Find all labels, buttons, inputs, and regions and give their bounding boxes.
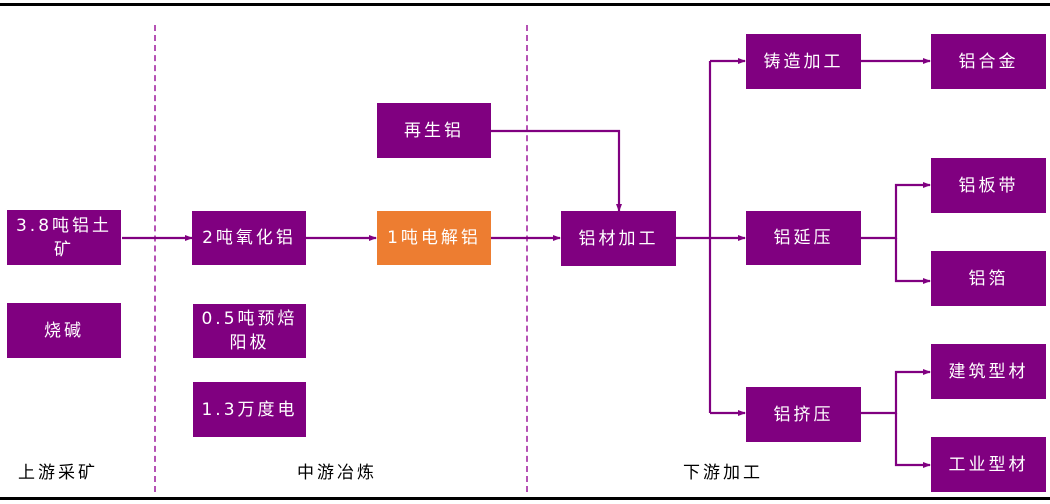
node-aluminum-foil-label: 铝箔 — [968, 268, 1009, 289]
node-extrusion-label: 铝挤压 — [773, 404, 834, 425]
node-aluminum-processing-label: 铝材加工 — [578, 228, 659, 249]
node-electrolytic-aluminum-label: 1吨电解铝 — [387, 228, 481, 248]
node-alumina: 2吨氧化铝 — [192, 211, 306, 265]
node-electricity: 1.3万度电 — [193, 382, 306, 437]
node-extrusion: 铝挤压 — [746, 387, 861, 442]
connector-lines — [122, 58, 931, 468]
node-caustic-soda-label: 烧碱 — [44, 320, 84, 341]
stage-label-midstream: 中游冶炼 — [297, 463, 377, 483]
node-anode: 0.5吨预焙阳极 — [193, 304, 306, 358]
node-caustic-soda: 烧碱 — [7, 303, 121, 358]
node-aluminum-processing: 铝材加工 — [561, 211, 676, 266]
edge-extrusion-industrial — [894, 413, 931, 468]
node-bauxite: 3.8吨铝土矿 — [7, 210, 121, 265]
node-aluminum-alloy-label: 铝合金 — [958, 51, 1019, 72]
node-electricity-label: 1.3万度电 — [201, 399, 298, 420]
node-aluminum-sheet-label: 铝板带 — [958, 175, 1019, 196]
edge-rolling-foil — [894, 238, 931, 284]
node-rolling-label: 铝延压 — [773, 228, 834, 248]
node-recycled-aluminum: 再生铝 — [377, 103, 491, 158]
node-anode-label: 0.5吨预焙阳极 — [201, 309, 298, 353]
node-casting: 铸造加工 — [746, 34, 861, 89]
node-industrial-profile: 工业型材 — [931, 437, 1046, 492]
node-aluminum-alloy: 铝合金 — [931, 34, 1046, 89]
node-building-profile-label: 建筑型材 — [948, 361, 1029, 382]
edge-rolling-sheet — [861, 182, 931, 240]
node-aluminum-foil: 铝箔 — [931, 251, 1046, 306]
node-building-profile: 建筑型材 — [931, 344, 1046, 399]
node-rolling: 铝延压 — [746, 211, 861, 265]
node-industrial-profile-label: 工业型材 — [948, 454, 1029, 475]
edge-recycled-processing — [491, 129, 622, 212]
node-aluminum-sheet: 铝板带 — [931, 158, 1046, 213]
node-casting-label: 铸造加工 — [763, 51, 844, 72]
stage-label-downstream: 下游加工 — [683, 463, 763, 483]
node-bauxite-label: 3.8吨铝土矿 — [15, 215, 113, 260]
node-alumina-label: 2吨氧化铝 — [202, 228, 296, 248]
node-electrolytic-aluminum: 1吨电解铝 — [377, 211, 491, 265]
node-recycled-aluminum-label: 再生铝 — [404, 120, 464, 141]
stage-label-upstream: 上游采矿 — [18, 463, 98, 483]
edge-extrusion-building — [861, 369, 931, 415]
